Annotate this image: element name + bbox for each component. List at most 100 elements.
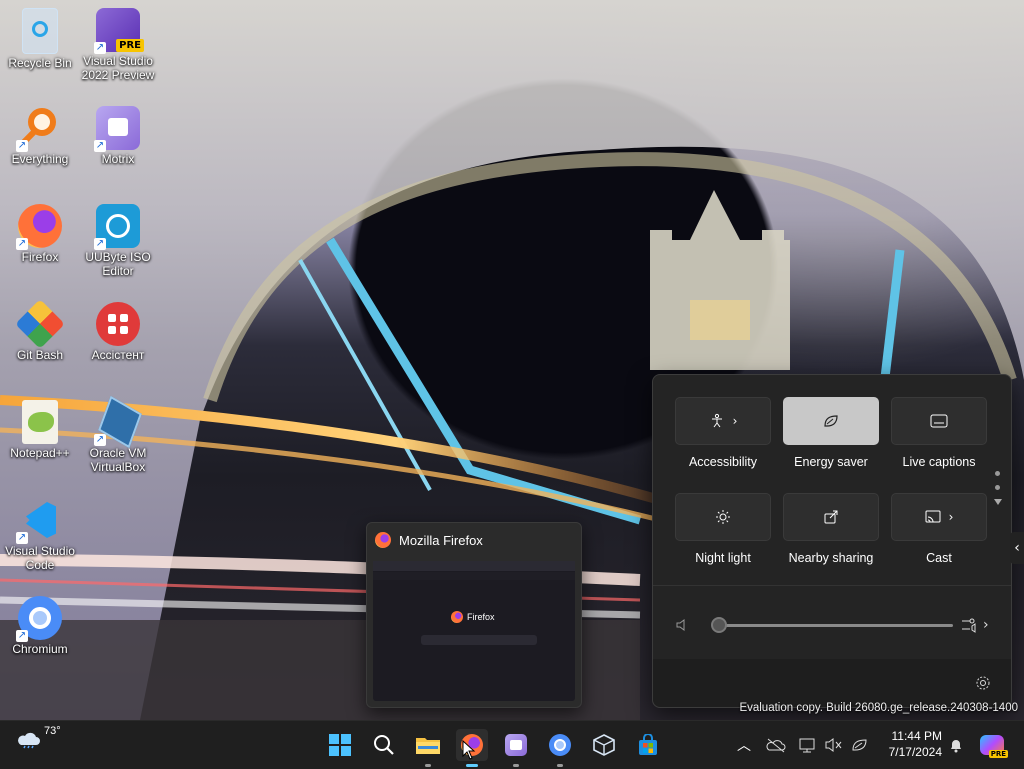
vscode-icon: ↗ (16, 498, 62, 544)
copilot-icon: PRE (980, 735, 1008, 758)
desktop-icon-label: Git Bash (16, 348, 64, 362)
firefox-window-preview[interactable]: Mozilla Firefox Firefox (366, 522, 582, 708)
virtualbox-icon (593, 734, 615, 756)
energy-saver-button[interactable] (783, 397, 879, 445)
tile-cast[interactable]: › Cast (891, 493, 987, 565)
desktop-icon-label: Everything (11, 152, 69, 166)
shortcut-arrow-icon: ↗ (94, 42, 106, 54)
preview-thumbnail[interactable]: Firefox (373, 561, 575, 701)
cast-icon (925, 510, 941, 523)
desktop-icon-everything[interactable]: ↗ Everything (0, 106, 80, 166)
store-bag-icon (639, 734, 657, 755)
tile-accessibility[interactable]: › Accessibility (675, 397, 771, 469)
chevron-right-icon[interactable]: › (983, 617, 989, 633)
tray-network[interactable] (796, 733, 820, 757)
tile-label: Night light (695, 551, 751, 565)
copilot-button[interactable]: PRE (978, 733, 1008, 758)
thumbnail-search-bar (421, 635, 537, 645)
weather-widget[interactable]: 73° (16, 725, 61, 749)
speaker-muted-icon[interactable] (675, 618, 689, 632)
notepad-plus-plus-icon (22, 400, 58, 444)
cloud-off-icon (766, 738, 786, 753)
desktop-icon-label: UUByte ISO Editor (85, 250, 151, 278)
folder-icon (416, 738, 440, 754)
desktop-icon-recycle-bin[interactable]: Recycle Bin (0, 8, 80, 70)
taskbar-microsoft-store[interactable] (632, 729, 664, 761)
motrix-icon: ↗ (94, 106, 140, 152)
weather-temperature: 73° (44, 725, 61, 737)
chevron-right-icon: › (732, 414, 738, 428)
network-icon (799, 738, 815, 753)
tile-night-light[interactable]: Night light (675, 493, 771, 565)
desktop-icon-motrix[interactable]: ↗ Motrix (78, 106, 158, 166)
shortcut-arrow-icon: ↗ (16, 238, 28, 250)
pre-badge: PRE (116, 39, 144, 52)
desktop-icon-label: Motrix (101, 152, 135, 166)
desktop-icon-label: Accicтент (91, 348, 145, 362)
taskbar-virtualbox[interactable] (588, 729, 620, 761)
taskbar-clock[interactable]: 11:44 PM 7/17/2024 (880, 728, 942, 760)
nearby-sharing-button[interactable] (783, 493, 879, 541)
desktop-icon-git-bash[interactable]: Git Bash (0, 299, 80, 362)
shortcut-arrow-icon: ↗ (16, 532, 28, 544)
tile-label: Nearby sharing (788, 551, 874, 565)
start-button[interactable] (324, 729, 356, 761)
notifications-button[interactable] (944, 733, 968, 757)
tray-energy-saver[interactable] (848, 733, 872, 757)
windows-logo-icon (329, 734, 351, 756)
captions-icon (930, 414, 948, 428)
magnifier-icon: ↗ (16, 106, 62, 152)
desktop-icon-notepad-plus-plus[interactable]: Notepad++ (0, 400, 80, 460)
accessibility-icon (711, 413, 722, 428)
chromium-icon: ↗ (16, 596, 62, 642)
thumbnail-firefox-text: Firefox (467, 612, 495, 622)
motrix-icon (505, 734, 527, 756)
taskbar-file-explorer[interactable] (412, 729, 444, 767)
desktop-icon-label: Oracle VM VirtualBox (89, 446, 147, 474)
tray-onedrive-offline[interactable] (764, 733, 788, 757)
show-hidden-icons-button[interactable]: ︿ (732, 733, 756, 757)
desktop-icon-label: Recycle Bin (8, 56, 72, 70)
search-button[interactable] (368, 729, 400, 761)
desktop-icon-chromium[interactable]: ↗ Chromium (0, 596, 80, 656)
cast-button[interactable]: › (891, 493, 987, 541)
settings-gear-icon[interactable] (975, 675, 991, 691)
visual-studio-icon: PRE ↗ (94, 8, 144, 54)
leaf-icon (824, 415, 838, 427)
shortcut-arrow-icon: ↗ (16, 140, 28, 152)
tile-energy-saver[interactable]: Energy saver (783, 397, 879, 469)
desktop-icon-label: Visual Studio Code (5, 544, 75, 572)
desktop-icon-visual-studio-code[interactable]: ↗ Visual Studio Code (0, 498, 80, 572)
tile-label: Live captions (902, 455, 976, 469)
preview-title: Mozilla Firefox (399, 532, 483, 548)
desktop-icon-visual-studio-2022-preview[interactable]: PRE ↗ Visual Studio 2022 Preview (78, 8, 158, 82)
preview-header: Mozilla Firefox (367, 523, 581, 557)
page-dot[interactable] (995, 471, 1000, 476)
desktop-icon-uubyte-iso-editor[interactable]: ↗ UUByte ISO Editor (78, 204, 158, 278)
page-dot[interactable] (995, 485, 1000, 490)
volume-slider-thumb[interactable] (711, 617, 727, 633)
quick-settings-panel: › Accessibility Energy saver Live captio… (652, 374, 1012, 708)
speaker-muted-icon (825, 738, 842, 752)
live-captions-button[interactable] (891, 397, 987, 445)
volume-slider-track[interactable] (719, 623, 953, 627)
widgets-side-tab[interactable]: ‹ (1010, 532, 1024, 564)
accessibility-button[interactable]: › (675, 397, 771, 445)
tile-label: Energy saver (794, 455, 868, 469)
tiles-page-indicator[interactable] (994, 471, 1002, 505)
shortcut-arrow-icon: ↗ (94, 238, 106, 250)
leaf-icon (852, 739, 867, 751)
desktop-icon-firefox[interactable]: ↗ Firefox (0, 204, 80, 264)
audio-output-icon[interactable] (961, 617, 979, 633)
assistant-icon (96, 302, 140, 346)
desktop-icon-oracle-vm-virtualbox[interactable]: ↗ Oracle VM VirtualBox (78, 395, 158, 474)
tile-live-captions[interactable]: Live captions (891, 397, 987, 469)
taskbar-chromium[interactable] (544, 729, 576, 767)
tray-volume-muted[interactable] (822, 733, 846, 757)
night-light-button[interactable] (675, 493, 771, 541)
taskbar-motrix[interactable] (500, 729, 532, 767)
desktop-icon-accicтент[interactable]: Accicтент (78, 302, 158, 362)
mouse-cursor (462, 740, 476, 760)
page-down-arrow-icon[interactable] (994, 499, 1002, 505)
tile-nearby-sharing[interactable]: Nearby sharing (783, 493, 879, 565)
